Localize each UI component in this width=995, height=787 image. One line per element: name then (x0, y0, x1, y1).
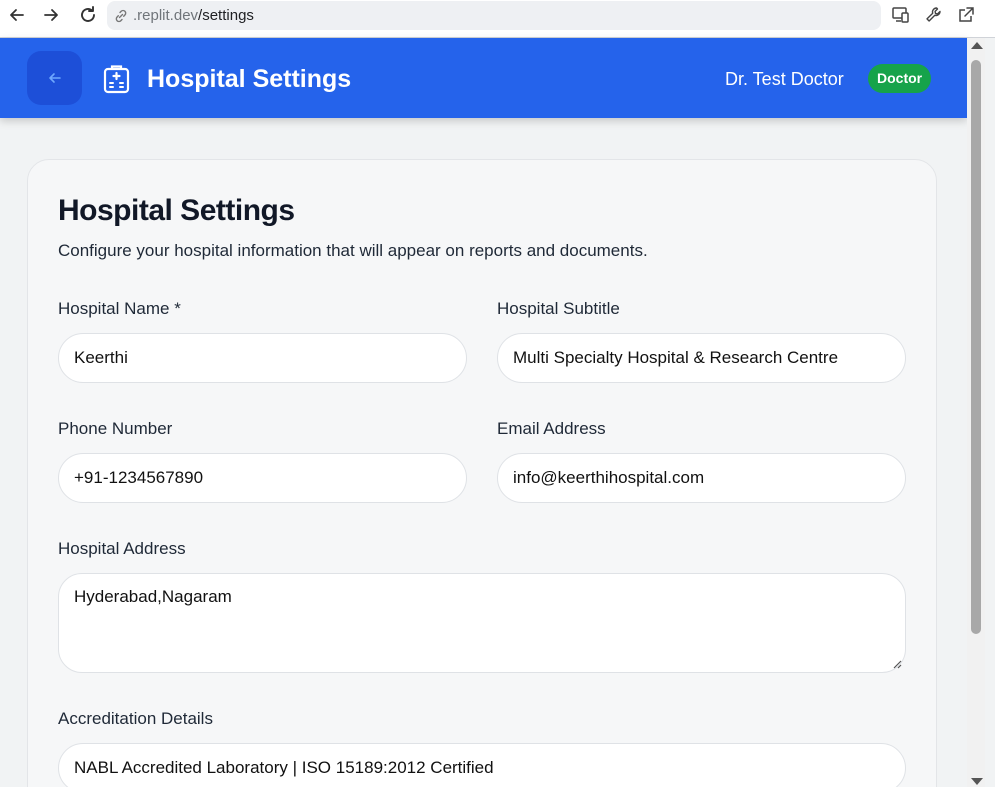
page-scrollbar[interactable] (967, 38, 985, 787)
browser-back-button[interactable] (5, 3, 29, 27)
resize-grip-icon[interactable] (893, 660, 902, 669)
link-icon (113, 7, 131, 25)
email-address-input[interactable]: info@keerthihospital.com (497, 453, 906, 503)
devtools-button[interactable] (923, 4, 945, 26)
url-host: .replit.dev (133, 7, 199, 24)
devices-button[interactable] (890, 4, 912, 26)
hospital-address-label: Hospital Address (58, 539, 186, 558)
hospital-address-value: Hyderabad,Nagaram (74, 587, 232, 606)
accreditation-label: Accreditation Details (58, 709, 213, 728)
hospital-subtitle-label: Hospital Subtitle (497, 299, 620, 318)
devices-icon (892, 7, 909, 23)
header-title: Hospital Settings (147, 65, 352, 93)
open-external-icon (959, 7, 974, 22)
back-button[interactable] (27, 51, 82, 105)
browser-toolbar: .replit.dev/settings (0, 0, 995, 38)
arrow-right-icon (44, 9, 58, 21)
open-in-new-tab-button[interactable] (955, 4, 977, 26)
scroll-thumb[interactable] (971, 60, 981, 634)
wrench-icon (926, 7, 941, 22)
arrow-left-icon (10, 9, 24, 21)
page-description: Configure your hospital information that… (58, 241, 648, 260)
accreditation-input[interactable]: NABL Accredited Laboratory | ISO 15189:2… (58, 743, 906, 787)
user-name: Dr. Test Doctor (725, 69, 844, 89)
hospital-address-textarea[interactable]: Hyderabad,Nagaram (58, 573, 906, 673)
scroll-up-arrow[interactable] (971, 42, 983, 49)
app-header: Hospital Settings Dr. Test Doctor Doctor (0, 38, 967, 118)
address-bar[interactable]: .replit.dev/settings (107, 1, 881, 30)
browser-reload-button[interactable] (76, 3, 100, 27)
phone-number-label: Phone Number (58, 419, 173, 438)
scroll-down-arrow[interactable] (971, 778, 983, 785)
back-arrow-icon (48, 73, 61, 83)
url-path: /settings (198, 7, 254, 24)
hospital-name-label: Hospital Name * (58, 299, 181, 318)
role-badge: Doctor (868, 64, 932, 93)
reload-icon (81, 6, 95, 22)
email-address-label: Email Address (497, 419, 606, 438)
hospital-icon (103, 65, 130, 94)
hospital-subtitle-input[interactable]: Multi Specialty Hospital & Research Cent… (497, 333, 906, 383)
page-title: Hospital Settings (58, 194, 295, 227)
browser-forward-button[interactable] (39, 3, 63, 27)
hospital-name-input[interactable]: Keerthi (58, 333, 467, 383)
phone-number-input[interactable]: +91-1234567890 (58, 453, 467, 503)
